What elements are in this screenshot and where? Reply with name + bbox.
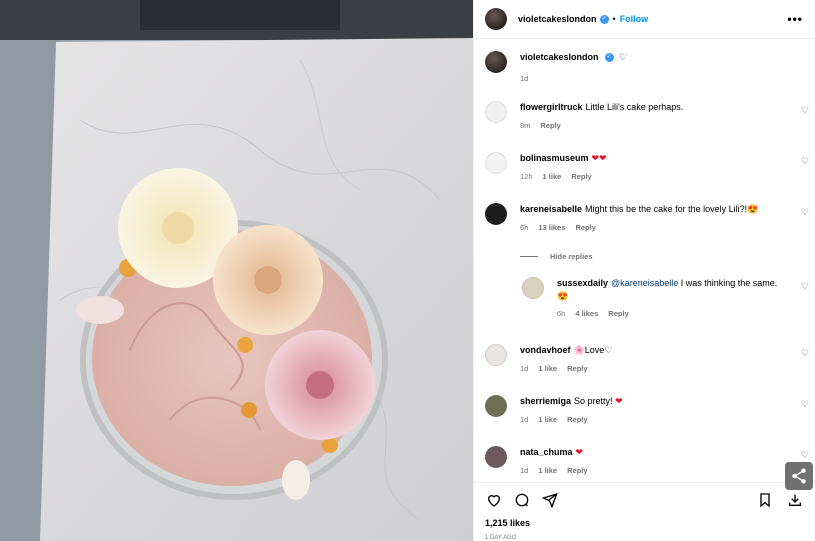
hide-replies-rule (520, 256, 538, 257)
reply-emoji: 😍 (557, 291, 569, 301)
share-widget-icon[interactable] (785, 462, 813, 490)
comment-icon[interactable] (512, 490, 532, 510)
reply-text: I was thinking the same. (680, 278, 778, 288)
comment-time: 1d (520, 364, 529, 373)
post-header: violetcakeslondon ✓ • Follow ••• (474, 0, 815, 39)
more-icon[interactable]: ••• (787, 13, 803, 25)
caption-time: 1d (520, 74, 529, 83)
comment-username[interactable]: kareneisabelle (520, 204, 582, 214)
reply-button[interactable]: Reply (567, 364, 587, 373)
reply-avatar[interactable] (522, 277, 544, 299)
reply-time: 6h (557, 309, 566, 318)
reply-button[interactable]: Reply (567, 466, 587, 475)
post-side-panel: violetcakeslondon ✓ • Follow ••• violetc… (473, 0, 815, 541)
reply-button[interactable]: Reply (540, 121, 560, 130)
like-reply-heart-icon[interactable]: ♡ (801, 282, 809, 291)
reply-likes[interactable]: 4 likes (575, 309, 598, 318)
heart-icon[interactable] (484, 490, 504, 510)
post-timestamp: 1 DAY AGO (485, 535, 517, 541)
post-photo[interactable] (0, 0, 473, 541)
author-username[interactable]: violetcakeslondon (518, 14, 597, 24)
comment-avatar[interactable] (485, 344, 507, 366)
bookmark-icon[interactable] (755, 490, 775, 510)
comment-avatar[interactable] (485, 152, 507, 174)
author-avatar[interactable] (485, 8, 507, 30)
comment-time: 1d (520, 466, 529, 475)
verified-icon: ✓ (599, 14, 609, 24)
separator-dot: • (612, 14, 616, 24)
like-comment-heart-icon[interactable]: ♡ (801, 451, 809, 460)
comment-emoji-post: ♡ (604, 345, 613, 355)
comment-username[interactable]: vondavhoef (520, 345, 571, 355)
comments-list[interactable]: violetcakeslondon ✓ ♡ 1d flowergirltruck L… (474, 40, 815, 482)
comment-text: So pretty! (574, 396, 613, 406)
verified-icon: ✓ (604, 53, 614, 63)
caption-avatar[interactable] (485, 51, 507, 73)
comment-time: 12h (520, 172, 533, 181)
comment-avatar[interactable] (485, 446, 507, 468)
comment-text: Might this be the cake for the lovely Li… (585, 204, 748, 214)
comment-text: Love (584, 345, 605, 355)
comment-emoji: ❤ (575, 447, 584, 457)
comment-time: 6h (520, 223, 529, 232)
comment-time: 1d (520, 415, 529, 424)
comment-username[interactable]: nata_chuma (520, 447, 573, 457)
reply-button[interactable]: Reply (575, 223, 595, 232)
reply-button[interactable]: Reply (567, 415, 587, 424)
share-icon[interactable] (540, 490, 560, 510)
reply-button[interactable]: Reply (571, 172, 591, 181)
comment-avatar[interactable] (485, 203, 507, 225)
reply-username[interactable]: sussexdaily (557, 278, 608, 288)
comment-avatar[interactable] (485, 101, 507, 123)
comment-emoji-pre: 🌸 (573, 345, 585, 355)
comment-likes[interactable]: 1 like (538, 466, 557, 475)
like-comment-heart-icon[interactable]: ♡ (801, 106, 809, 115)
likes-count[interactable]: 1,215 likes (485, 518, 530, 528)
caption-username[interactable]: violetcakeslondon (520, 52, 599, 62)
comment-username[interactable]: bolinasmuseum (520, 153, 589, 163)
caption-heart-icon: ♡ (619, 52, 628, 62)
hide-replies-button[interactable]: Hide replies (550, 252, 593, 261)
reply-button[interactable]: Reply (608, 309, 628, 318)
comment-emoji: 😍 (747, 204, 759, 214)
comment-likes[interactable]: 1 like (538, 415, 557, 424)
comment-time: 8m (520, 121, 531, 130)
comment-likes[interactable]: 1 like (543, 172, 562, 181)
comment-likes[interactable]: 13 likes (538, 223, 565, 232)
action-bar (474, 482, 815, 517)
reply-mention[interactable]: @kareneisabelle (611, 278, 678, 288)
comment-emoji: ❤ (615, 396, 623, 406)
comment-avatar[interactable] (485, 395, 507, 417)
download-icon[interactable] (785, 490, 805, 510)
hide-replies-row[interactable]: Hide replies (520, 252, 815, 261)
comment-emoji: ❤❤ (591, 153, 607, 163)
like-comment-heart-icon[interactable]: ♡ (801, 208, 809, 217)
cake-photo-image (0, 0, 473, 541)
comment-username[interactable]: sherriemiga (520, 396, 571, 406)
like-comment-heart-icon[interactable]: ♡ (801, 349, 809, 358)
follow-button[interactable]: Follow (620, 14, 649, 24)
like-comment-heart-icon[interactable]: ♡ (801, 400, 809, 409)
comment-likes[interactable]: 1 like (538, 364, 557, 373)
comment-username[interactable]: flowergirltruck (520, 102, 583, 112)
like-comment-heart-icon[interactable]: ♡ (801, 157, 809, 166)
comment-text: Little Lili's cake perhaps. (585, 102, 684, 112)
